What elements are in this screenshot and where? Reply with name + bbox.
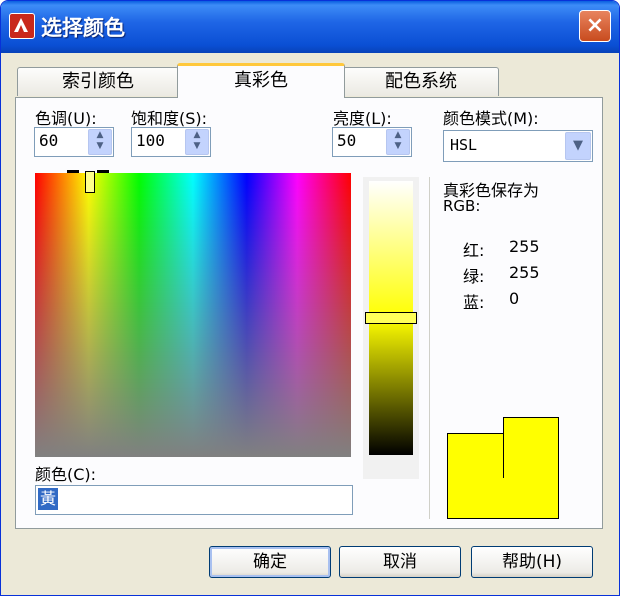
help-button[interactable]: 帮助(H) [471,546,593,578]
color-input-value[interactable]: 黃 [38,488,59,510]
select-color-dialog: 选择颜色 × 索引颜色 真彩色 配色系统 色调(U): 60 ▲ ▼ 饱和度(S)… [0,0,620,596]
saved-as-model: RGB: [443,197,481,215]
hue-label: 色调(U): [35,109,97,128]
saturation-value[interactable]: 100 [136,131,165,150]
color-label: 颜色(C): [35,465,97,484]
picker-cursor-left [67,170,79,173]
hue-saturation-picker[interactable] [35,173,351,457]
hue-spinner[interactable]: 60 ▲ ▼ [34,127,114,157]
up-down-arrows-icon[interactable]: ▲ ▼ [386,129,410,155]
chevron-down-icon[interactable]: ▼ [565,132,591,160]
divider [429,177,430,519]
saturation-spinner[interactable]: 100 ▲ ▼ [131,127,211,157]
luminance-label: 亮度(L): [333,109,392,128]
luminance-spinner[interactable]: 50 ▲ ▼ [332,127,412,157]
luminance-value[interactable]: 50 [337,131,356,150]
luminance-slider-thumb[interactable] [365,312,417,324]
new-color-swatch [503,417,559,478]
title-bar[interactable]: 选择颜色 × [1,1,619,53]
blue-label: 蓝: [463,293,485,312]
tab-index-color[interactable]: 索引颜色 [17,67,179,96]
saturation-label: 饱和度(S): [131,109,208,128]
tab-color-books[interactable]: 配色系统 [343,67,499,96]
cancel-button[interactable]: 取消 [339,546,461,578]
picker-cursor-right [97,170,109,173]
blue-value: 0 [509,289,520,308]
close-button[interactable]: × [579,10,611,42]
color-mode-select[interactable]: HSL ▼ [443,130,593,162]
red-value: 255 [509,237,540,256]
ok-button[interactable]: 确定 [209,546,331,578]
up-down-arrows-icon[interactable]: ▲ ▼ [185,129,209,155]
red-label: 红: [463,241,485,260]
color-input[interactable]: 黃 [35,485,353,515]
picker-cursor[interactable] [85,171,95,193]
window-title: 选择颜色 [41,16,125,40]
up-down-arrows-icon[interactable]: ▲ ▼ [88,129,112,155]
close-icon: × [585,13,605,38]
app-icon [9,13,35,39]
color-mode-value: HSL [450,136,478,154]
green-label: 绿: [463,267,485,286]
hue-value[interactable]: 60 [39,131,58,150]
green-value: 255 [509,263,540,282]
tab-true-color[interactable]: 真彩色 [177,63,345,98]
color-mode-label: 颜色模式(M): [443,109,539,128]
